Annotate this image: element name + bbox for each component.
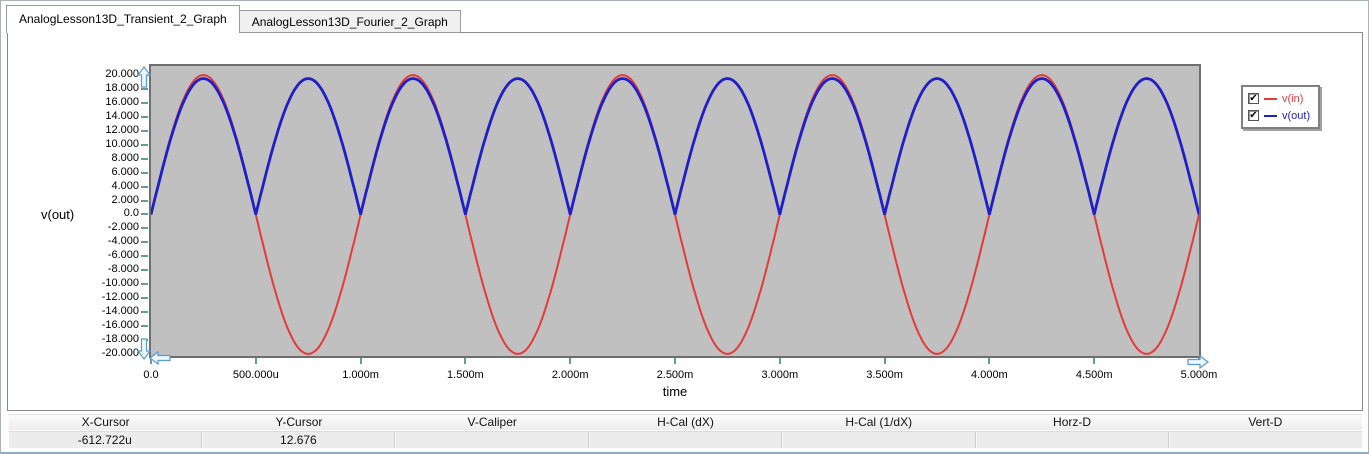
y-tick-label: 20.000 [105, 68, 139, 81]
x-tick-label: 1.000m [342, 369, 379, 381]
y-tick-label: 14.000 [105, 109, 139, 122]
y-tick-label: 0.0 [123, 207, 139, 220]
scroll-left-arrow-icon[interactable] [149, 351, 171, 365]
cursor-table-header-row: X-Cursor Y-Cursor V-Caliper H-Cal (dX) H-Cal… [9, 414, 1362, 430]
scroll-up-arrow-icon[interactable] [137, 66, 151, 88]
legend-item: ✔ v(in) [1248, 90, 1310, 107]
y-tick-mark [141, 88, 148, 90]
x-tick-mark [883, 358, 886, 364]
y-tick-mark [141, 101, 148, 104]
plot-area[interactable] [149, 64, 1201, 358]
y-tick-mark [141, 255, 148, 258]
y-tick-mark [141, 143, 148, 146]
x-tick-mark [464, 358, 467, 364]
cursor-header-cell: H-Cal (1/dX) [845, 415, 913, 429]
x-tick-mark [359, 358, 362, 364]
y-tick-label: 16.000 [105, 95, 139, 108]
y-tick-mark [141, 241, 148, 244]
y-tick-mark [141, 115, 148, 118]
legend-label: v(in) [1282, 92, 1304, 105]
cursor-table-value-row: -612.722u 12.676 [9, 431, 1363, 448]
y-tick-mark [141, 227, 148, 230]
cursor-value-cell[interactable] [395, 432, 589, 448]
y-tick-label: -12.000 [101, 291, 139, 304]
cursor-value-cell[interactable]: -612.722u [9, 432, 202, 448]
y-tick-label: -4.000 [107, 235, 139, 248]
y-tick-mark [141, 185, 148, 188]
scroll-right-arrow-icon[interactable] [1187, 355, 1209, 369]
y-axis-title: v(out) [41, 207, 75, 222]
waveform-curves [151, 74, 1199, 355]
cursor-header-cell: Vert-D [1248, 415, 1283, 429]
y-tick-mark [141, 297, 148, 300]
cursor-header-cell: Horz-D [1053, 415, 1092, 429]
y-tick-mark [141, 213, 148, 216]
x-tick-label: 0.0 [143, 369, 159, 381]
legend-checkbox[interactable]: ✔ [1248, 110, 1259, 121]
cursor-value-cell[interactable] [782, 432, 976, 448]
legend-box: ✔ v(in) ✔ v(out) [1241, 85, 1321, 129]
y-tick-label: -16.000 [101, 319, 139, 332]
x-tick-mark [778, 358, 781, 364]
legend-item: ✔ v(out) [1248, 107, 1310, 124]
x-tick-label: 4.500m [1075, 369, 1113, 381]
x-tick-mark [1093, 358, 1096, 364]
tab-transient-graph[interactable]: AnalogLesson13D_Transient_2_Graph [6, 5, 240, 33]
y-tick-mark [141, 157, 148, 160]
y-tick-label: -18.000 [101, 332, 139, 345]
legend-label: v(out) [1282, 109, 1311, 122]
y-tick-mark [141, 199, 148, 202]
x-tick-mark [569, 358, 572, 364]
y-tick-label: -8.000 [107, 263, 139, 276]
y-tick-mark [141, 283, 148, 286]
x-tick-label: 5.000m [1180, 369, 1218, 381]
legend-checkbox[interactable]: ✔ [1248, 93, 1259, 104]
y-tick-label: 4.000 [111, 179, 139, 192]
y-tick-label: -10.000 [101, 277, 139, 290]
y-tick-label: 6.000 [111, 165, 139, 178]
x-tick-label: 4.000m [971, 369, 1008, 381]
cursor-header-cell: V-Caliper [467, 415, 517, 429]
x-tick-mark [254, 358, 257, 364]
x-tick-label: 2.000m [551, 369, 589, 381]
y-tick-mark [141, 325, 148, 328]
cursor-value-cell[interactable] [975, 432, 1170, 448]
y-tick-mark [141, 311, 148, 314]
y-tick-label: -2.000 [107, 221, 139, 234]
tab-bar: AnalogLesson13D_Transient_2_Graph AnalogL… [6, 5, 461, 33]
x-tick-mark [674, 358, 676, 364]
y-tick-label: 12.000 [105, 123, 139, 136]
legend-color-dash-icon [1264, 114, 1277, 117]
x-tick-label: 3.500m [866, 369, 903, 381]
cursor-value-cell[interactable] [588, 432, 783, 448]
curve-vout [151, 77, 1199, 215]
x-tick-label: 500.000u [232, 369, 279, 381]
y-tick-label: -6.000 [107, 249, 139, 262]
cursor-header-cell: H-Cal (dX) [657, 415, 714, 429]
y-tick-label: -14.000 [101, 305, 139, 318]
x-tick-label: 2.500m [656, 369, 694, 381]
x-axis-title: time [662, 384, 688, 399]
y-tick-label: -20.000 [101, 346, 139, 359]
tab-fourier-graph[interactable]: AnalogLesson13D_Fourier_2_Graph [238, 10, 461, 33]
cursor-value-cell[interactable] [1169, 432, 1363, 448]
grapher-window: AnalogLesson13D_Transient_2_Graph AnalogL… [0, 0, 1369, 454]
y-tick-label: 18.000 [105, 82, 139, 94]
x-tick-label: 1.500m [447, 369, 484, 381]
x-tick-mark [988, 358, 991, 364]
y-tick-mark [141, 129, 148, 132]
cursor-value-cell[interactable]: 12.676 [201, 432, 396, 448]
y-tick-label: 10.000 [105, 137, 139, 150]
y-tick-label: 2.000 [111, 193, 139, 206]
cursor-header-cell: X-Cursor [81, 415, 130, 429]
y-tick-label: 8.000 [111, 151, 139, 164]
cursor-header-cell: Y-Cursor [275, 415, 323, 429]
x-tick-label: 3.000m [761, 369, 799, 381]
legend-color-dash-icon [1264, 97, 1277, 100]
y-tick-mark [141, 171, 148, 174]
y-tick-mark [141, 269, 148, 272]
